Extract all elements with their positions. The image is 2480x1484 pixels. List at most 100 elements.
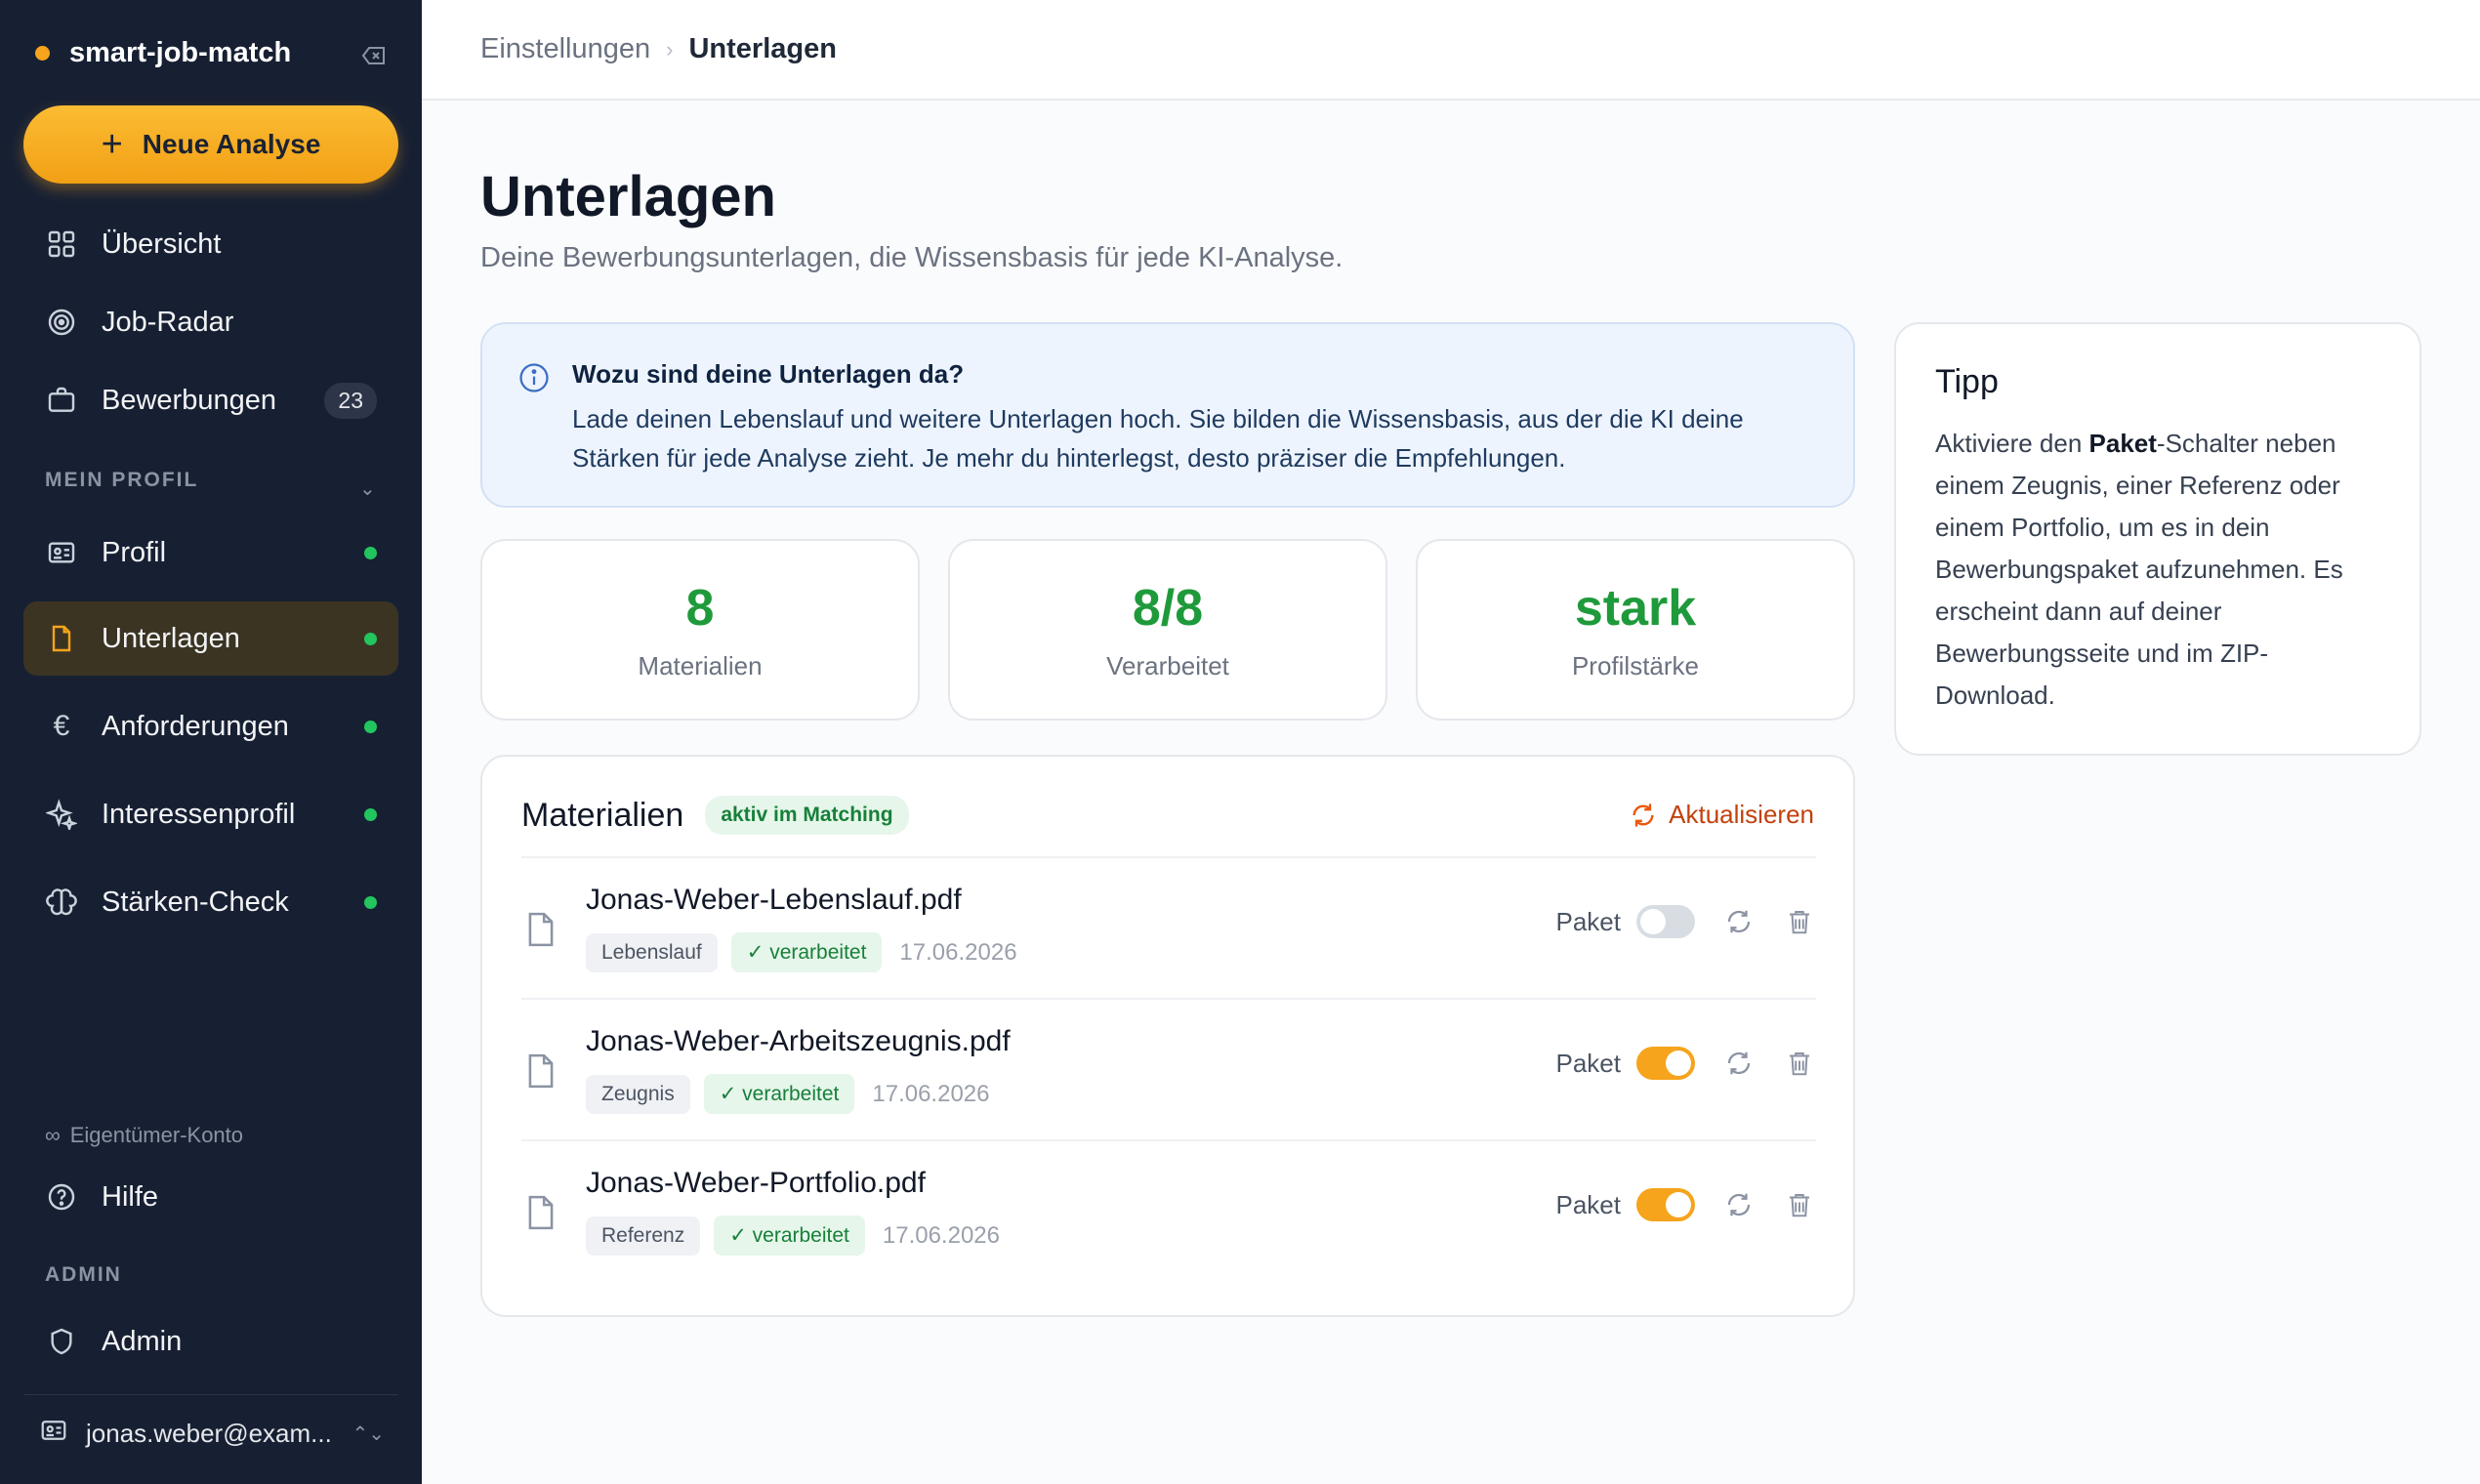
sidebar-item-label: Stärken-Check [102, 886, 289, 918]
sidebar-item-label: Interessenprofil [102, 798, 296, 830]
tip-text: Aktiviere den Paket-Schalter neben einem… [1935, 423, 2380, 717]
shield-icon [45, 1325, 78, 1358]
info-text: Lade deinen Lebenslauf und weitere Unter… [572, 404, 1744, 473]
refresh-label: Aktualisieren [1669, 800, 1814, 829]
tip-text-after: -Schalter neben einem Zeugnis, einer Ref… [1935, 429, 2343, 710]
reprocess-icon[interactable] [1722, 905, 1756, 938]
toggle-knob [1640, 909, 1666, 934]
status-dot [364, 807, 377, 821]
status-dot [364, 720, 377, 733]
sidebar-item-label: Profil [102, 536, 167, 568]
processed-badge: ✓ verarbeitet [730, 932, 883, 972]
materials-header: Materialien aktiv im Matching [521, 796, 909, 835]
file-meta: Zeugnis ✓ verarbeitet 17.06.2026 [586, 1074, 990, 1114]
refresh-icon [1633, 803, 1654, 827]
paket-toggle[interactable] [1636, 1047, 1695, 1080]
help-icon [45, 1180, 78, 1214]
brain-icon [45, 886, 78, 919]
applications-count-badge: 23 [324, 382, 377, 419]
file-date: 17.06.2026 [882, 1221, 1000, 1249]
file-type-tag: Referenz [586, 1216, 701, 1256]
status-dot [364, 546, 377, 559]
user-email: jonas.weber@exam... [86, 1419, 332, 1448]
collapse-sidebar-icon[interactable] [361, 45, 387, 66]
brand-dot [35, 46, 50, 61]
page-title: Unterlagen [480, 165, 776, 228]
paket-toggle[interactable] [1636, 905, 1695, 938]
stat-label: Materialien [638, 650, 763, 680]
paket-toggle[interactable] [1636, 1188, 1695, 1221]
chevron-down-icon[interactable]: ⌄ [359, 476, 376, 501]
stat-label: Verarbeitet [1106, 650, 1229, 680]
file-name[interactable]: Jonas-Weber-Arbeitszeugnis.pdf [586, 1025, 1011, 1058]
file-actions: Paket [1556, 1188, 1817, 1221]
file-meta: Lebenslauf ✓ verarbeitet 17.06.2026 [586, 932, 1017, 972]
toggle-knob [1666, 1192, 1691, 1217]
brand[interactable]: smart-job-match [35, 37, 291, 69]
file-row: Jonas-Weber-Arbeitszeugnis.pdf Zeugnis ✓… [521, 998, 1816, 1139]
document-icon [45, 622, 78, 655]
user-menu[interactable]: jonas.weber@exam... ⌃⌄ [23, 1394, 398, 1472]
tip-text-before: Aktiviere den [1935, 429, 2089, 458]
sidebar-item-label: Admin [102, 1325, 183, 1357]
briefcase-icon [45, 384, 78, 417]
file-actions: Paket [1556, 905, 1817, 938]
file-name[interactable]: Jonas-Weber-Lebenslauf.pdf [586, 884, 962, 917]
sidebar-item-applications[interactable]: Bewerbungen 23 [23, 363, 398, 437]
euro-icon: € [53, 710, 70, 742]
tip-title: Tipp [1935, 363, 1999, 400]
stat-value: 8 [685, 579, 715, 637]
file-icon [528, 1195, 554, 1230]
breadcrumb-current: Unterlagen [688, 33, 837, 64]
sidebar-item-staerken-check[interactable]: Stärken-Check [23, 865, 398, 939]
file-icon [528, 1053, 554, 1089]
grid-icon [45, 227, 78, 261]
sidebar-item-help[interactable]: Hilfe [23, 1160, 398, 1234]
info-title: Wozu sind deine Unterlagen da? [572, 359, 965, 389]
file-icon [528, 912, 554, 947]
sidebar-item-admin[interactable]: Admin [23, 1304, 398, 1379]
breadcrumb: Einstellungen › Unterlagen [422, 0, 2480, 101]
sidebar-item-label: Hilfe [102, 1180, 159, 1213]
owner-account-text: Eigentümer-Konto [69, 1123, 244, 1147]
info-box: Wozu sind deine Unterlagen da? Lade dein… [480, 322, 1855, 508]
reprocess-icon[interactable] [1722, 1047, 1756, 1080]
file-actions: Paket [1556, 1047, 1817, 1080]
sidebar-item-overview[interactable]: Übersicht [23, 207, 398, 281]
infinity-icon: ∞ [45, 1123, 61, 1147]
materials-card: Materialien aktiv im Matching Aktualisie… [480, 755, 1855, 1317]
chevron-right-icon: › [666, 36, 674, 62]
file-date: 17.06.2026 [899, 938, 1017, 966]
stat-label: Profilstärke [1571, 650, 1700, 680]
tip-card: Tipp Aktiviere den Paket-Schalter neben … [1894, 322, 2421, 756]
file-date: 17.06.2026 [872, 1080, 990, 1107]
trash-icon[interactable] [1783, 1047, 1816, 1080]
sidebar-item-unterlagen[interactable]: Unterlagen [23, 601, 398, 676]
trash-icon[interactable] [1783, 1188, 1816, 1221]
brand-name: smart-job-match [69, 37, 292, 68]
stat-value: 8/8 [1132, 579, 1204, 637]
info-icon [519, 363, 549, 392]
section-label-profile: MEIN PROFIL [45, 469, 199, 491]
matching-status-badge: aktiv im Matching [705, 796, 909, 835]
status-dot [364, 632, 377, 645]
sidebar: smart-job-match + Neue Analyse Übersicht… [0, 0, 422, 1484]
reprocess-icon[interactable] [1722, 1188, 1756, 1221]
breadcrumb-parent[interactable]: Einstellungen [480, 33, 650, 65]
refresh-button[interactable]: Aktualisieren [1630, 800, 1814, 830]
paket-label: Paket [1555, 906, 1622, 936]
trash-icon[interactable] [1783, 905, 1816, 938]
sidebar-item-profil[interactable]: Profil [23, 515, 398, 590]
sidebar-item-label: Bewerbungen [102, 384, 276, 416]
new-analysis-button[interactable]: + Neue Analyse [23, 105, 398, 184]
stat-card-processed: 8/8 Verarbeitet [948, 539, 1387, 721]
sidebar-item-anforderungen[interactable]: € Anforderungen [23, 689, 398, 763]
materials-title: Materialien [521, 796, 684, 834]
sidebar-item-label: Anforderungen [102, 710, 289, 742]
tip-text-bold: Paket [2088, 429, 2157, 458]
sidebar-item-interessenprofil[interactable]: Interessenprofil [23, 777, 398, 851]
stat-card-materials: 8 Materialien [480, 539, 920, 721]
owner-account-label: ∞ Eigentümer-Konto [45, 1123, 243, 1148]
sidebar-item-job-radar[interactable]: Job-Radar [23, 285, 398, 359]
file-name[interactable]: Jonas-Weber-Portfolio.pdf [586, 1167, 926, 1200]
